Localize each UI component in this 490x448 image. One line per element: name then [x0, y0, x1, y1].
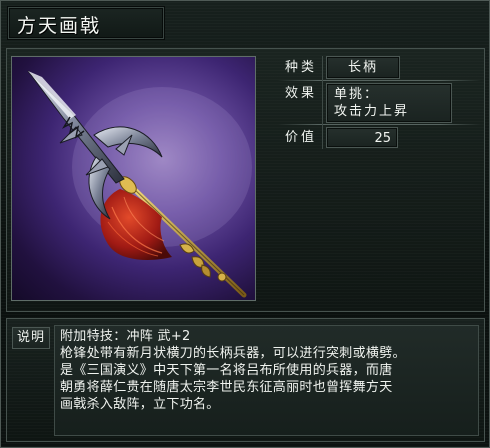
label-column-divider — [322, 56, 323, 149]
type-label: 种类 — [284, 60, 317, 75]
description-line: 附加特技：冲阵 武+2 — [60, 329, 191, 344]
description-line: 画戟杀入敌阵，立下功名。 — [60, 397, 220, 412]
effect-line-2: 攻击力上昇 — [334, 104, 410, 119]
description-line: 枪锋处带有新月状横刀的长柄兵器，可以进行突刺或横劈。 — [60, 346, 406, 361]
stat-divider — [278, 80, 481, 81]
price-value: 25 — [326, 127, 398, 148]
item-image — [11, 56, 256, 301]
halberd-weapon-image — [27, 70, 252, 298]
effect-label: 效果 — [284, 86, 317, 101]
description-line: 朝勇将薛仁贵在随唐太宗李世民东征高丽时也曾挥舞方天 — [60, 380, 393, 395]
type-value: 长柄 — [326, 56, 400, 79]
title-box: 方天画戟 — [8, 7, 164, 39]
description-line: 是《三国演义》中天下第一名将吕布所使用的兵器，而唐 — [60, 363, 393, 378]
description-label: 说明 — [12, 327, 50, 349]
stat-divider — [278, 124, 481, 125]
value-label: 价值 — [284, 130, 317, 145]
effect-value-box: 单挑： 攻击力上昇 — [326, 83, 452, 123]
effect-line-1: 单挑： — [334, 87, 380, 102]
item-title: 方天画戟 — [17, 15, 102, 37]
